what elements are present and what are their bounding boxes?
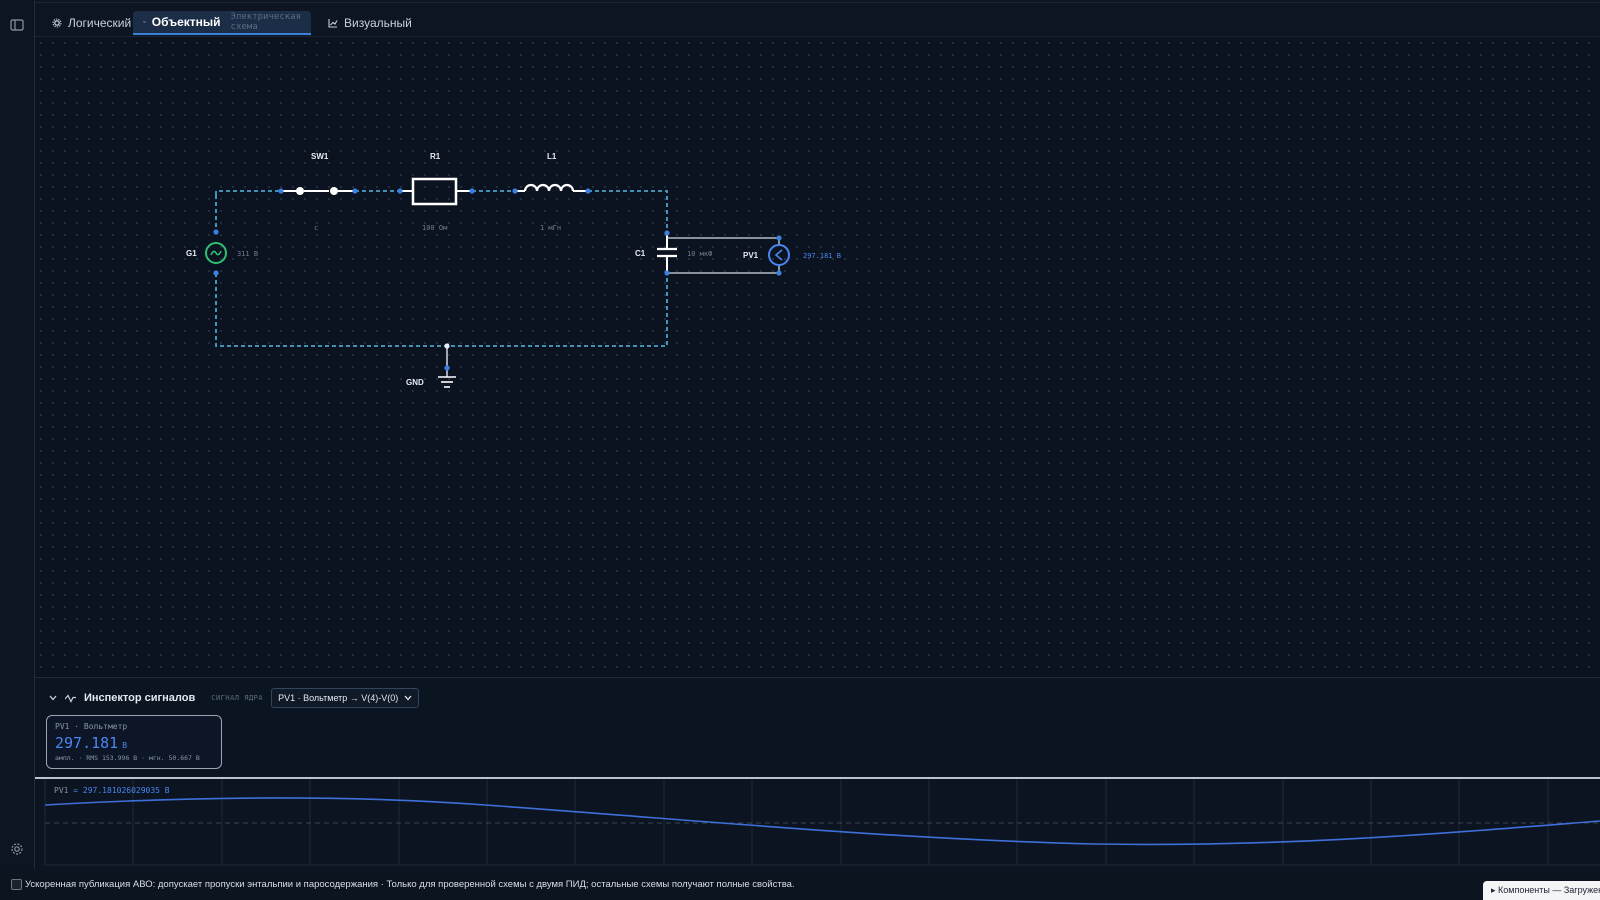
g1-value: 311 В [237,250,258,258]
signal-select[interactable]: PV1 · Вольтметр → V(4)-V(0) [271,688,420,708]
inspector-title: Инспектор сигналов [84,692,196,704]
left-sidebar [0,0,35,900]
signal-card-stats: ампл. · RMS 153.996 В · мгн. 50.667 В [55,754,200,762]
waveform-label-value: = 297.181026029035 В [73,786,170,795]
signal-card-number: 297.181 [55,734,119,752]
r1-label: R1 [430,152,441,161]
waveform-label-name: PV1 [54,786,69,795]
pv1-label: PV1 [743,251,759,260]
voltmeter-pv1[interactable] [667,237,790,274]
voltage-source-g1[interactable] [205,242,227,264]
pv1-reading: 297.181 В [803,252,841,260]
fast-publish-checkbox[interactable] [11,879,22,890]
gnd-label: GND [406,378,424,387]
waveform-label: PV1 = 297.181026029035 В [54,786,170,795]
resistor-r1[interactable] [400,177,472,206]
sw1-value: с [314,224,318,232]
signal-card-unit: В [122,741,128,750]
chevron-down-icon [404,695,412,701]
settings-gear-icon[interactable] [9,841,25,857]
r1-value: 100 Ом [422,224,448,232]
tab-visual-label: Визуальный [344,16,412,30]
wave-icon [65,693,76,703]
kernel-signal-label: СИГНАЛ ЯДРА [211,694,264,702]
waveform-plot[interactable]: PV1 = 297.181026029035 В [35,777,1600,871]
signal-card-pv1[interactable]: PV1 · Вольтметр 297.181 В ампл. · RMS 153… [46,715,222,769]
terminal-pins [213,188,782,371]
signal-card-value: 297.181 В [55,734,213,752]
schematic-canvas[interactable]: SW1 R1 L1 G1 C1 PV1 GND с 100 Ом 1 мГн 3… [35,37,1600,677]
tab-object-sub: Электрическая схема [230,12,301,32]
ground-node [444,343,450,349]
wave-icon [143,20,146,24]
tab-object-label: Объектный [151,15,221,29]
l1-label: L1 [547,152,557,161]
tab-logical[interactable]: Логический [42,11,141,35]
tab-visual[interactable]: Визуальный [318,11,422,35]
tab-object[interactable]: Объектный Электрическая схема [133,11,311,35]
c1-value: 10 мкФ [687,250,712,258]
signal-card-label: PV1 · Вольтметр [55,722,128,731]
switch-sw1[interactable] [281,187,355,195]
footer-bar: Ускоренная публикация АВО: допускает про… [0,869,1600,900]
fast-publish-label: Ускоренная публикация АВО: допускает про… [25,879,795,890]
gear-icon [52,18,62,28]
c1-label: C1 [635,249,646,258]
sw1-label: SW1 [311,152,329,161]
sidebar-toggle-icon[interactable] [9,17,25,33]
view-tabs-bar: Логический Объектный Электрическая схема… [35,0,1600,37]
l1-value: 1 мГн [540,224,561,232]
signal-inspector-panel: Инспектор сигналов СИГНАЛ ЯДРА PV1 · Вол… [35,677,1600,778]
chart-icon [328,19,338,28]
chevron-down-icon[interactable] [49,695,57,701]
inspector-header: Инспектор сигналов СИГНАЛ ЯДРА PV1 · Вол… [49,688,420,708]
signal-select-value: PV1 · Вольтметр → V(4)-V(0) [278,693,399,703]
tab-logical-label: Логический [68,16,132,30]
capacitor-c1[interactable] [657,233,677,273]
inductor-l1[interactable] [515,183,588,192]
circuit-wires [215,190,668,347]
g1-label: G1 [186,249,197,258]
components-loaded-badge[interactable]: ▸ Компоненты — Загружены [1483,881,1600,900]
